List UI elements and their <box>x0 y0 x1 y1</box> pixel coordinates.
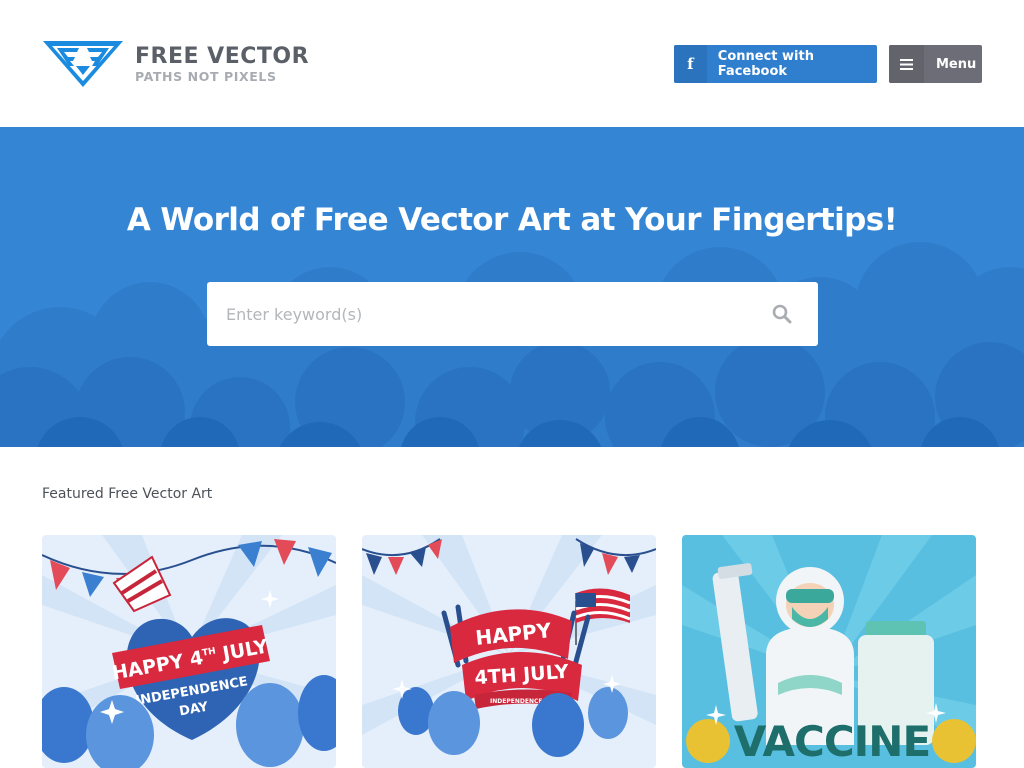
featured-card-vaccine[interactable]: VACCINE <box>682 535 976 768</box>
menu-label: Menu <box>936 56 977 72</box>
card-illustration: VACCINE <box>682 535 976 766</box>
menu-button[interactable]: Menu <box>889 45 982 83</box>
connect-facebook-button[interactable]: f Connect with Facebook <box>674 45 877 83</box>
facebook-icon: f <box>674 45 707 83</box>
featured-card-4th-july-balloon[interactable]: HAPPY 4TH JULY INDEPENDENCE DAY <box>42 535 336 768</box>
hero-banner: A World of Free Vector Art at Your Finge… <box>0 127 1024 447</box>
search-input[interactable] <box>207 282 747 346</box>
site-logo[interactable]: FREE VECTOR PATHS NOT PIXELS <box>43 40 309 88</box>
card-illustration: HAPPY 4TH JULY INDEPENDENCE DAY <box>42 535 336 768</box>
featured-card-4th-july-ribbon[interactable]: HAPPY 4TH JULY INDEPENDENCE DAY <box>362 535 656 768</box>
hero-title: A World of Free Vector Art at Your Finge… <box>126 202 898 238</box>
free-vector-logo-icon <box>43 41 123 87</box>
featured-heading: Featured Free Vector Art <box>42 486 213 502</box>
search-box <box>207 282 818 346</box>
search-button[interactable] <box>767 299 797 329</box>
logo-title: FREE VECTOR <box>135 43 310 69</box>
card-illustration: HAPPY 4TH JULY INDEPENDENCE DAY <box>362 535 656 757</box>
search-icon <box>772 304 792 324</box>
hamburger-icon <box>889 45 924 83</box>
site-header: FREE VECTOR PATHS NOT PIXELS f Connect w… <box>0 0 1024 127</box>
card3-vaccine-text: VACCINE <box>734 717 930 766</box>
connect-facebook-label: Connect with Facebook <box>717 49 814 79</box>
logo-tagline: PATHS NOT PIXELS <box>135 68 277 84</box>
